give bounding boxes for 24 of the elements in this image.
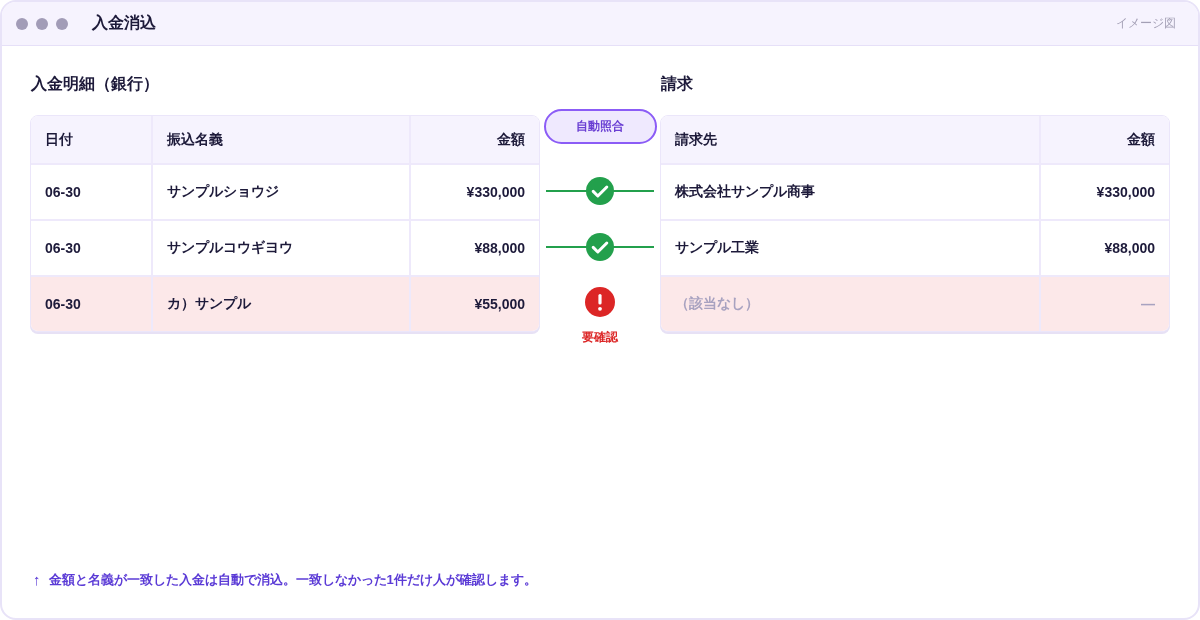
column-header: 請求先 xyxy=(674,129,718,149)
window-dot-icon xyxy=(56,17,68,30)
image-label: イメージ図 xyxy=(1116,15,1176,32)
footer-note: 金額と名義が一致した入金は自動で消込。一致しなかった1件だけ人が確認します。 xyxy=(48,571,537,589)
auto-match-button[interactable]: 自動照合 xyxy=(543,109,657,144)
table-cell-text: サンプル工業 xyxy=(674,238,760,257)
table-cell: ¥55,000 xyxy=(409,277,539,331)
table-cell-text: 06-30 xyxy=(44,239,82,258)
check-icon xyxy=(586,233,614,261)
arrow-up-icon: ↑ xyxy=(33,571,41,589)
table-cell-text: （該当なし） xyxy=(674,294,760,313)
column-header: 日付 xyxy=(44,129,74,149)
window-dot-icon xyxy=(36,17,48,30)
section-title: 請求 xyxy=(661,74,693,94)
window-title: 入金消込 xyxy=(92,13,156,33)
review-label: 要確認 xyxy=(582,330,618,344)
table-cell-text: 06-30 xyxy=(44,295,82,314)
window-dot-icon xyxy=(16,17,28,30)
table-cell: カ）サンプル xyxy=(151,277,409,331)
table-cell-text: 06-30 xyxy=(44,183,82,202)
check-icon xyxy=(586,177,614,205)
table-cell: — xyxy=(1039,277,1169,331)
table-cell-text: 株式会社サンプル商事 xyxy=(674,182,816,201)
section-title: 入金明細（銀行） xyxy=(31,74,159,94)
